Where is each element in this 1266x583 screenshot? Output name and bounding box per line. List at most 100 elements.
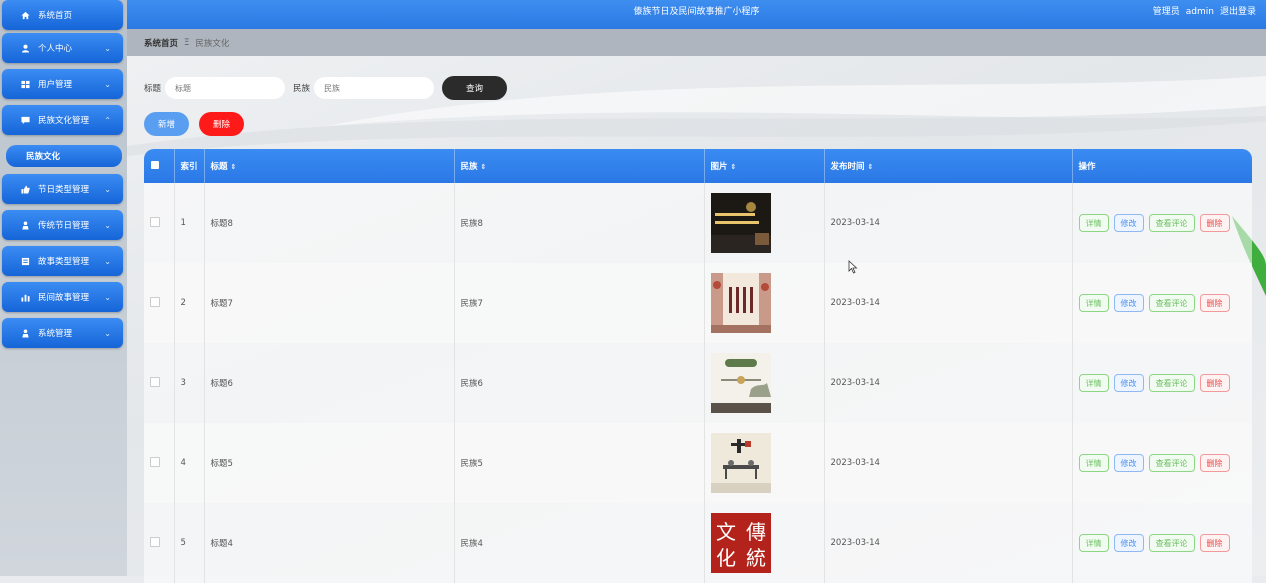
detail-button[interactable]: 详情 bbox=[1078, 214, 1109, 232]
sidebar-item-label: 用户管理 bbox=[38, 80, 73, 90]
thumbnail-image bbox=[710, 193, 771, 253]
view-comments-button[interactable]: 查看评论 bbox=[1148, 534, 1195, 552]
row-title: 标题6 bbox=[204, 343, 455, 423]
row-checkbox[interactable] bbox=[144, 263, 175, 343]
row-title: 标题4 bbox=[204, 503, 455, 583]
sort-icon: ⇕ bbox=[230, 163, 237, 171]
sidebar-item-story-types[interactable]: 故事类型管理 ⌄ bbox=[2, 246, 123, 276]
table-row: 3 标题6 民族6 2023-03-14 详情 修改 查看评论 删除 bbox=[144, 343, 1252, 423]
breadcrumb-home[interactable]: 系统首页 bbox=[144, 37, 178, 49]
sidebar-item-label: 节日类型管理 bbox=[38, 185, 90, 195]
sidebar: 系统首页 个人中心 ⌄ 用户管理 ⌄ 民族文化管理 ⌃ 民族文化 节日类型管理 … bbox=[0, 0, 127, 576]
add-button[interactable]: 新增 bbox=[144, 112, 189, 136]
row-delete-button[interactable]: 删除 bbox=[1199, 534, 1230, 552]
sidebar-item-label: 民族文化管理 bbox=[38, 116, 90, 126]
chevron-down-icon: ⌄ bbox=[104, 256, 111, 266]
sidebar-item-profile[interactable]: 个人中心 ⌄ bbox=[2, 33, 123, 63]
thumbnail-char: 統 bbox=[746, 546, 766, 570]
sidebar-subitem-culture[interactable]: 民族文化 bbox=[6, 145, 122, 167]
view-comments-button[interactable]: 查看评论 bbox=[1148, 374, 1195, 392]
row-image[interactable]: 文 傳 化 統 bbox=[704, 503, 825, 583]
person-icon bbox=[20, 328, 30, 338]
row-image[interactable] bbox=[704, 343, 825, 423]
sidebar-item-culture[interactable]: 民族文化管理 ⌃ bbox=[2, 105, 123, 135]
edit-button[interactable]: 修改 bbox=[1113, 294, 1144, 312]
home-icon bbox=[20, 10, 30, 20]
row-delete-button[interactable]: 删除 bbox=[1199, 214, 1230, 232]
delete-button[interactable]: 删除 bbox=[199, 112, 244, 136]
chevron-down-icon: ⌄ bbox=[104, 184, 111, 194]
thumbnail-char: 化 bbox=[716, 546, 736, 570]
row-index: 1 bbox=[174, 183, 205, 263]
sidebar-item-home[interactable]: 系统首页 bbox=[2, 0, 123, 30]
row-delete-button[interactable]: 删除 bbox=[1199, 294, 1230, 312]
row-delete-button[interactable]: 删除 bbox=[1199, 454, 1230, 472]
sidebar-item-folk-stories[interactable]: 民间故事管理 ⌄ bbox=[2, 282, 123, 312]
row-checkbox[interactable] bbox=[144, 183, 175, 263]
search-row: 标题 民族 查询 bbox=[144, 76, 508, 100]
table-row: 1 标题8 民族8 2023-03-14 详情 修改 查看评论 删除 bbox=[144, 183, 1252, 263]
column-header-nation[interactable]: 民族 ⇕ bbox=[454, 149, 705, 183]
thumbnail-char: 文 bbox=[716, 520, 736, 544]
row-date: 2023-03-14 bbox=[824, 183, 1073, 263]
row-index: 5 bbox=[174, 503, 205, 583]
row-image[interactable] bbox=[704, 263, 825, 343]
chevron-down-icon: ⌄ bbox=[104, 79, 111, 89]
breadcrumb: 系统首页 Ξ 民族文化 bbox=[127, 29, 1266, 56]
title-search-input[interactable] bbox=[165, 77, 286, 99]
sidebar-item-system[interactable]: 系统管理 ⌄ bbox=[2, 318, 123, 348]
edit-button[interactable]: 修改 bbox=[1113, 454, 1144, 472]
column-header-image[interactable]: 图片 ⇕ bbox=[704, 149, 825, 183]
row-image[interactable] bbox=[704, 423, 825, 503]
title-search-label: 标题 bbox=[144, 84, 162, 94]
sidebar-item-users[interactable]: 用户管理 ⌄ bbox=[2, 69, 123, 99]
row-delete-button[interactable]: 删除 bbox=[1199, 374, 1230, 392]
sidebar-item-traditional-festivals[interactable]: 传统节日管理 ⌄ bbox=[2, 210, 123, 240]
chevron-down-icon: ⌄ bbox=[104, 292, 111, 302]
sidebar-item-label: 民间故事管理 bbox=[38, 293, 90, 303]
row-index: 3 bbox=[174, 343, 205, 423]
column-header-label: 图片 bbox=[710, 162, 728, 172]
user-role: 管理员 bbox=[1152, 7, 1180, 17]
table-row: 2 标题7 民族7 2023-03-14 详情 修改 查看评论 删除 bbox=[144, 263, 1252, 343]
detail-button[interactable]: 详情 bbox=[1078, 454, 1109, 472]
chat-icon bbox=[20, 115, 30, 125]
logout-link[interactable]: 退出登录 bbox=[1220, 7, 1256, 17]
row-checkbox[interactable] bbox=[144, 343, 175, 423]
query-button[interactable]: 查询 bbox=[442, 76, 508, 100]
edit-button[interactable]: 修改 bbox=[1113, 214, 1144, 232]
row-image[interactable] bbox=[704, 183, 825, 263]
row-checkbox[interactable] bbox=[144, 423, 175, 503]
view-comments-button[interactable]: 查看评论 bbox=[1148, 214, 1195, 232]
user-name: admin bbox=[1185, 7, 1214, 17]
edit-button[interactable]: 修改 bbox=[1113, 534, 1144, 552]
top-bar: 傣族节日及民间故事推广小程序 管理员 admin 退出登录 bbox=[127, 0, 1266, 29]
select-all-checkbox[interactable] bbox=[144, 149, 175, 183]
row-index: 4 bbox=[174, 423, 205, 503]
row-date: 2023-03-14 bbox=[824, 263, 1073, 343]
nation-search-input[interactable] bbox=[314, 77, 435, 99]
user-icon bbox=[20, 43, 30, 53]
chevron-down-icon: ⌄ bbox=[104, 220, 111, 230]
detail-button[interactable]: 详情 bbox=[1078, 294, 1109, 312]
column-header-title[interactable]: 标题 ⇕ bbox=[204, 149, 455, 183]
column-header-published[interactable]: 发布时间 ⇕ bbox=[824, 149, 1073, 183]
detail-button[interactable]: 详情 bbox=[1078, 374, 1109, 392]
row-actions: 详情 修改 查看评论 删除 bbox=[1072, 183, 1252, 263]
sidebar-subitem-label: 民族文化 bbox=[26, 152, 61, 162]
column-header-index: 索引 bbox=[174, 149, 205, 183]
sidebar-item-label: 传统节日管理 bbox=[38, 221, 90, 231]
chevron-down-icon: ⌄ bbox=[104, 328, 111, 338]
edit-button[interactable]: 修改 bbox=[1113, 374, 1144, 392]
nation-search-label: 民族 bbox=[293, 84, 311, 94]
chevron-up-icon: ⌃ bbox=[104, 115, 111, 125]
row-nation: 民族7 bbox=[454, 263, 705, 343]
detail-button[interactable]: 详情 bbox=[1078, 534, 1109, 552]
row-checkbox[interactable] bbox=[144, 503, 175, 583]
view-comments-button[interactable]: 查看评论 bbox=[1148, 294, 1195, 312]
view-comments-button[interactable]: 查看评论 bbox=[1148, 454, 1195, 472]
sidebar-item-festival-types[interactable]: 节日类型管理 ⌄ bbox=[2, 174, 123, 204]
row-date: 2023-03-14 bbox=[824, 343, 1073, 423]
breadcrumb-current: 民族文化 bbox=[195, 38, 230, 49]
data-table: 索引 标题 ⇕ 民族 ⇕ 图片 ⇕ 发布时间 ⇕ 操作 1 标题8 民族8 20… bbox=[144, 149, 1252, 583]
